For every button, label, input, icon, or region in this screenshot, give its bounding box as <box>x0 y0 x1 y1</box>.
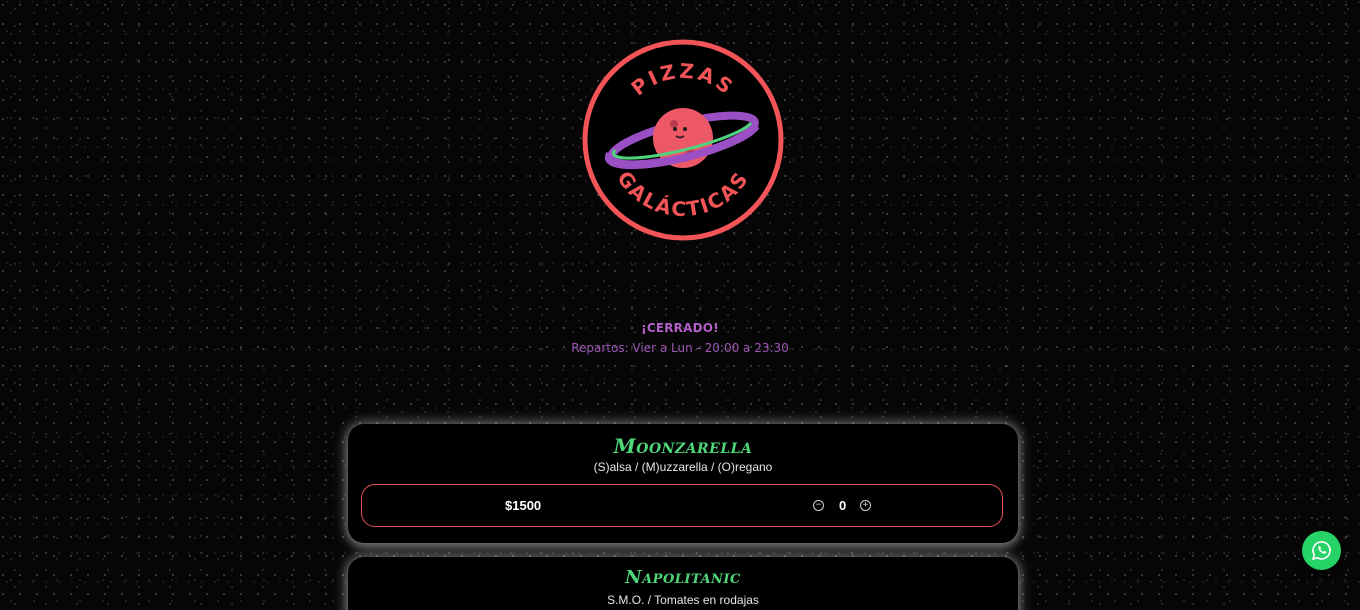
pizzas-galacticas-logo: PIZZAS GALÁCTICAS <box>582 39 784 241</box>
product-name: Napolitanic <box>625 567 741 588</box>
quantity-value: 0 <box>839 498 847 513</box>
minus-circle-icon[interactable]: − <box>813 500 824 511</box>
product-description: S.M.O. / Tomates en rodajas <box>607 593 759 607</box>
delivery-hours: Repartos: Vier a Lun - 20:00 a 23:30 <box>571 341 789 355</box>
whatsapp-button[interactable] <box>1302 531 1341 570</box>
store-status: ¡CERRADO! <box>641 321 719 335</box>
product-card: Napolitanic S.M.O. / Tomates en rodajas <box>348 557 1018 610</box>
product-name: Moonzarella <box>613 434 753 458</box>
brand-logo: PIZZAS GALÁCTICAS <box>579 36 787 244</box>
product-card: Moonzarella (S)alsa / (M)uzzarella / (O)… <box>348 424 1018 543</box>
whatsapp-icon <box>1311 541 1331 561</box>
product-price: $1500 <box>505 498 542 513</box>
product-description: (S)alsa / (M)uzzarella / (O)regano <box>593 460 773 474</box>
order-row: $1500 − 0 + <box>361 484 1003 527</box>
plus-circle-icon[interactable]: + <box>860 500 871 511</box>
